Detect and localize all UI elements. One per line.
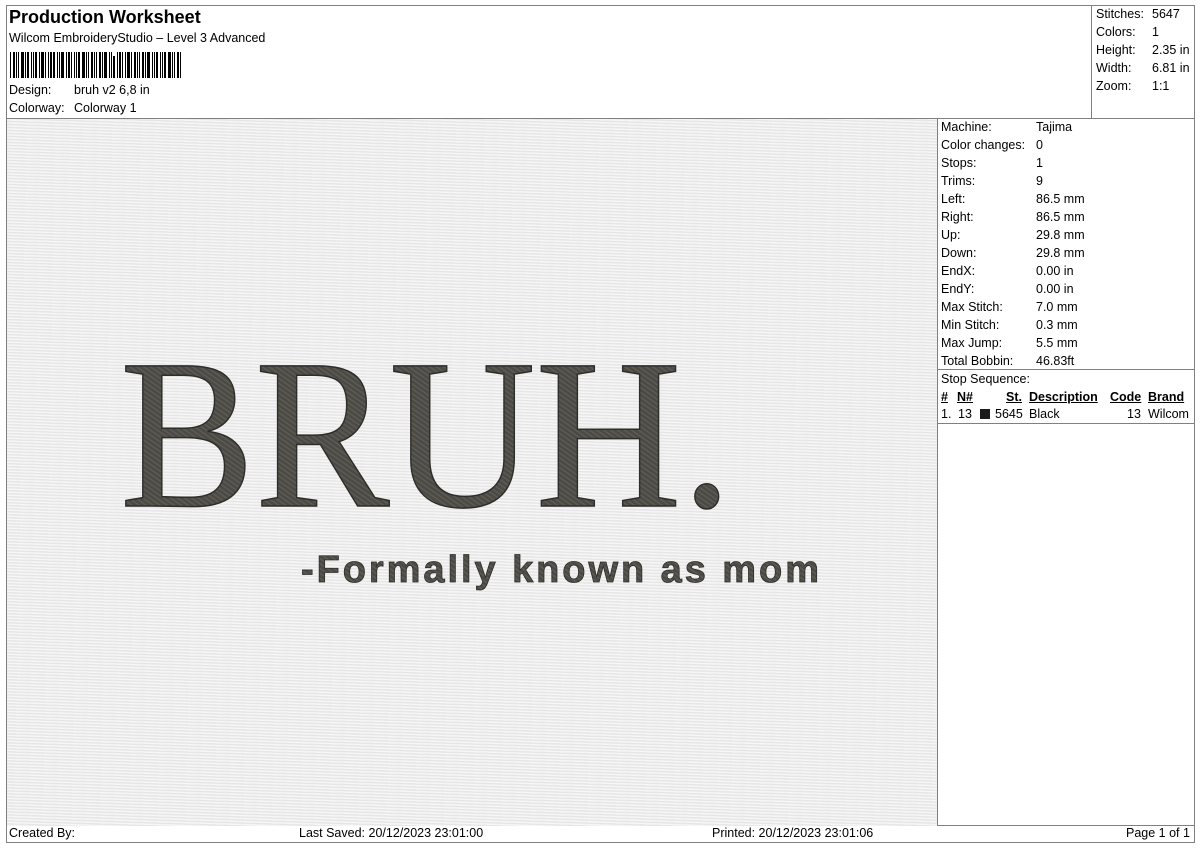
stat-label: Height:	[1096, 43, 1136, 57]
colorway-value: Colorway 1	[74, 101, 137, 115]
machine-info-label: Total Bobbin:	[941, 354, 1014, 368]
seq-row-description: Black	[1029, 407, 1060, 421]
stat-value: 6.81 in	[1152, 61, 1190, 75]
machine-info-label: Max Stitch:	[941, 300, 1003, 314]
stat-value: 1:1	[1152, 79, 1170, 93]
software-name: Wilcom EmbroideryStudio – Level 3 Advanc…	[9, 31, 266, 45]
machine-info-value: 86.5 mm	[1036, 192, 1085, 206]
machine-info-label: Down:	[941, 246, 977, 260]
stat-label: Zoom:	[1096, 79, 1132, 93]
stat-label: Width:	[1096, 61, 1132, 75]
machine-info-value: 1	[1036, 156, 1043, 170]
footer-created-by: Created By:	[9, 826, 76, 840]
machine-info-label: Up:	[941, 228, 961, 242]
machine-info-value: 0.3 mm	[1036, 318, 1078, 332]
machine-info-label: Machine:	[941, 120, 992, 134]
seq-header-description: Description	[1029, 390, 1098, 404]
seq-header-num: #	[941, 390, 948, 404]
seq-row-st: 5645	[995, 407, 1023, 421]
info-divider	[937, 118, 938, 825]
barcode	[10, 50, 232, 78]
design-sub-text: -Formally known as mom	[301, 549, 819, 591]
stop-sequence-title: Stop Sequence:	[941, 372, 1030, 386]
machine-info-value: 29.8 mm	[1036, 228, 1085, 242]
seq-row-num: 1.	[941, 407, 952, 421]
machine-info-label: Color changes:	[941, 138, 1026, 152]
seq-header-n: N#	[957, 390, 973, 404]
machine-info-label: Max Jump:	[941, 336, 1003, 350]
seq-header-code: Code	[1110, 390, 1142, 404]
machine-info-value: 0.00 in	[1036, 264, 1074, 278]
machine-info-value: 86.5 mm	[1036, 210, 1085, 224]
machine-info-label: EndX:	[941, 264, 976, 278]
footer-page: Page 1 of 1	[1126, 826, 1190, 840]
stat-label: Stitches:	[1096, 7, 1144, 21]
machine-info-label: Trims:	[941, 174, 976, 188]
machine-info-value: 5.5 mm	[1036, 336, 1078, 350]
design-value: bruh v2 6,8 in	[74, 83, 150, 97]
seq-header-st: St.	[1006, 390, 1022, 404]
seq-header-brand: Brand	[1148, 390, 1185, 404]
footer-last-saved: Last Saved: 20/12/2023 23:01:00	[299, 826, 484, 840]
machine-info-label: EndY:	[941, 282, 975, 296]
stat-label: Colors:	[1096, 25, 1136, 39]
stat-value: 2.35 in	[1152, 43, 1190, 57]
sequence-end-divider	[937, 423, 1195, 424]
machine-info-value: 46.83ft	[1036, 354, 1075, 368]
machine-info-value: 0.00 in	[1036, 282, 1074, 296]
stat-value: 1	[1152, 25, 1159, 39]
machine-info-label: Right:	[941, 210, 974, 224]
thread-color-swatch	[980, 409, 990, 419]
machine-info-value: 7.0 mm	[1036, 300, 1078, 314]
page-title: Production Worksheet	[9, 7, 201, 27]
embroidery-design: BRUH. -Formally known as mom	[119, 315, 819, 591]
stat-value: 5647	[1152, 7, 1180, 21]
design-preview: BRUH. -Formally known as mom	[7, 119, 937, 826]
design-main-text: BRUH.	[120, 316, 732, 553]
machine-info-value: 9	[1036, 174, 1043, 188]
machine-info-label: Left:	[941, 192, 966, 206]
machine-info-value: Tajima	[1036, 120, 1073, 134]
seq-row-n: 13	[958, 407, 972, 421]
machine-info-label: Min Stitch:	[941, 318, 1000, 332]
stats-divider	[1091, 5, 1092, 118]
info-sequence-divider	[937, 369, 1195, 370]
colorway-label: Colorway:	[9, 101, 65, 115]
seq-row-brand: Wilcom	[1148, 407, 1189, 421]
machine-info-label: Stops:	[941, 156, 977, 170]
footer-printed: Printed: 20/12/2023 23:01:06	[712, 826, 874, 840]
machine-info-value: 29.8 mm	[1036, 246, 1085, 260]
design-label: Design:	[9, 83, 52, 97]
seq-row-code: 13	[1127, 407, 1141, 421]
machine-info-value: 0	[1036, 138, 1043, 152]
